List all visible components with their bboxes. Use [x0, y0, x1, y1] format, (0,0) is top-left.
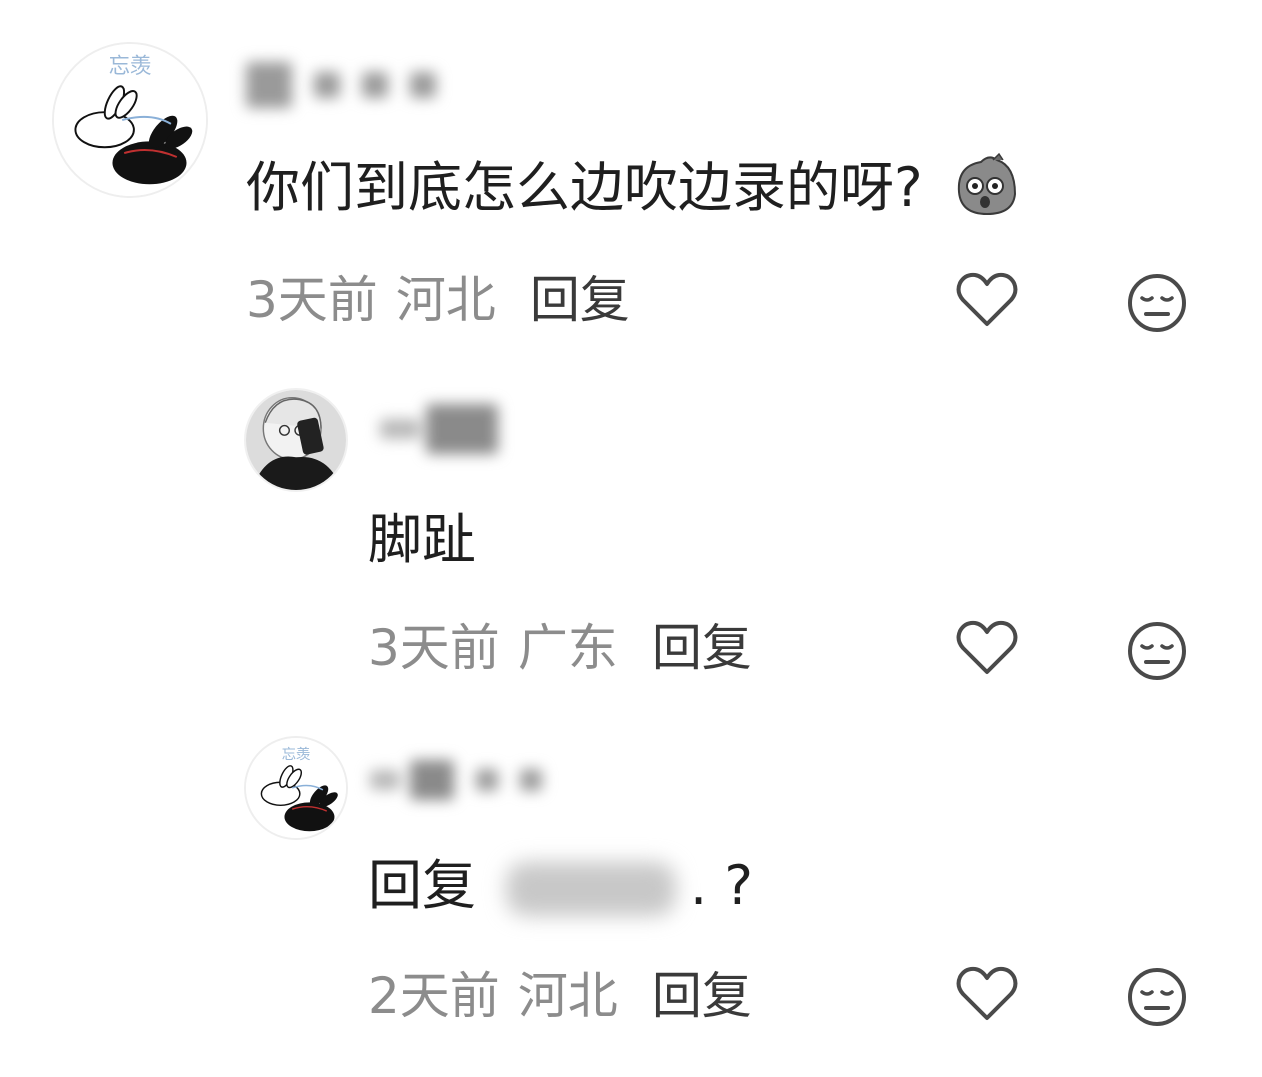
comment-text-body: . ? [690, 854, 753, 917]
username-redacted[interactable] [370, 760, 564, 810]
comment-time: 2天前 [368, 967, 500, 1025]
shocked-potato-emoji-icon [949, 152, 1023, 218]
heart-outline-icon [956, 966, 1018, 1020]
svg-text:忘羡: 忘羡 [282, 746, 311, 763]
comment-text-body: 你们到底怎么边吹边录的呀? [246, 156, 923, 219]
like-button[interactable] [954, 962, 1020, 1028]
comment-item: 忘羡 你们到底怎么边吹边录的呀? 3天前 河北 回复 [0, 0, 1262, 360]
rabbit-avatar-image: 忘羡 [246, 738, 346, 838]
comment-time: 3天前 [246, 271, 378, 329]
comment-meta: 2天前 河北 回复 [368, 968, 752, 1024]
like-button[interactable] [954, 268, 1020, 334]
avatar[interactable]: 忘羡 [52, 42, 208, 198]
reply-button[interactable]: 回复 [530, 271, 630, 329]
reply-comment-item: 忘羡 回复 . ? 2天前 河北 回复 [0, 720, 1262, 1077]
comment-text: 脚趾 [368, 510, 476, 570]
comment-location: 河北 [395, 271, 496, 329]
neutral-face-icon [1128, 622, 1186, 680]
rabbit-avatar-image: 忘羡 [54, 44, 206, 196]
reply-button[interactable]: 回复 [652, 967, 752, 1025]
heart-outline-icon [956, 620, 1018, 674]
neutral-face-icon [1128, 274, 1186, 332]
like-button[interactable] [954, 616, 1020, 682]
comment-text: 回复 . ? [368, 854, 753, 917]
comment-location: 广东 [517, 619, 618, 677]
svg-text:忘羡: 忘羡 [109, 54, 152, 79]
reply-button[interactable]: 回复 [652, 619, 752, 677]
comment-time: 3天前 [368, 619, 500, 677]
mentioned-user-redacted[interactable] [506, 862, 676, 917]
comment-meta: 3天前 广东 回复 [368, 620, 752, 676]
anime-avatar-image [246, 390, 346, 490]
username-redacted[interactable] [380, 404, 520, 454]
avatar[interactable]: 忘羡 [244, 736, 348, 840]
reply-comment-item: 脚趾 3天前 广东 回复 [0, 360, 1262, 720]
heart-outline-icon [956, 272, 1018, 326]
avatar[interactable] [244, 388, 348, 492]
comment-text: 你们到底怎么边吹边录的呀? [246, 153, 1023, 224]
dislike-button[interactable] [1124, 270, 1190, 336]
comment-text-body: 脚趾 [368, 508, 476, 571]
dislike-button[interactable] [1124, 964, 1190, 1030]
username-redacted[interactable] [246, 62, 458, 112]
comment-meta: 3天前 河北 回复 [246, 272, 630, 328]
reply-prefix: 回复 [368, 854, 476, 917]
neutral-face-icon [1128, 968, 1186, 1026]
comment-location: 河北 [517, 967, 618, 1025]
dislike-button[interactable] [1124, 618, 1190, 684]
